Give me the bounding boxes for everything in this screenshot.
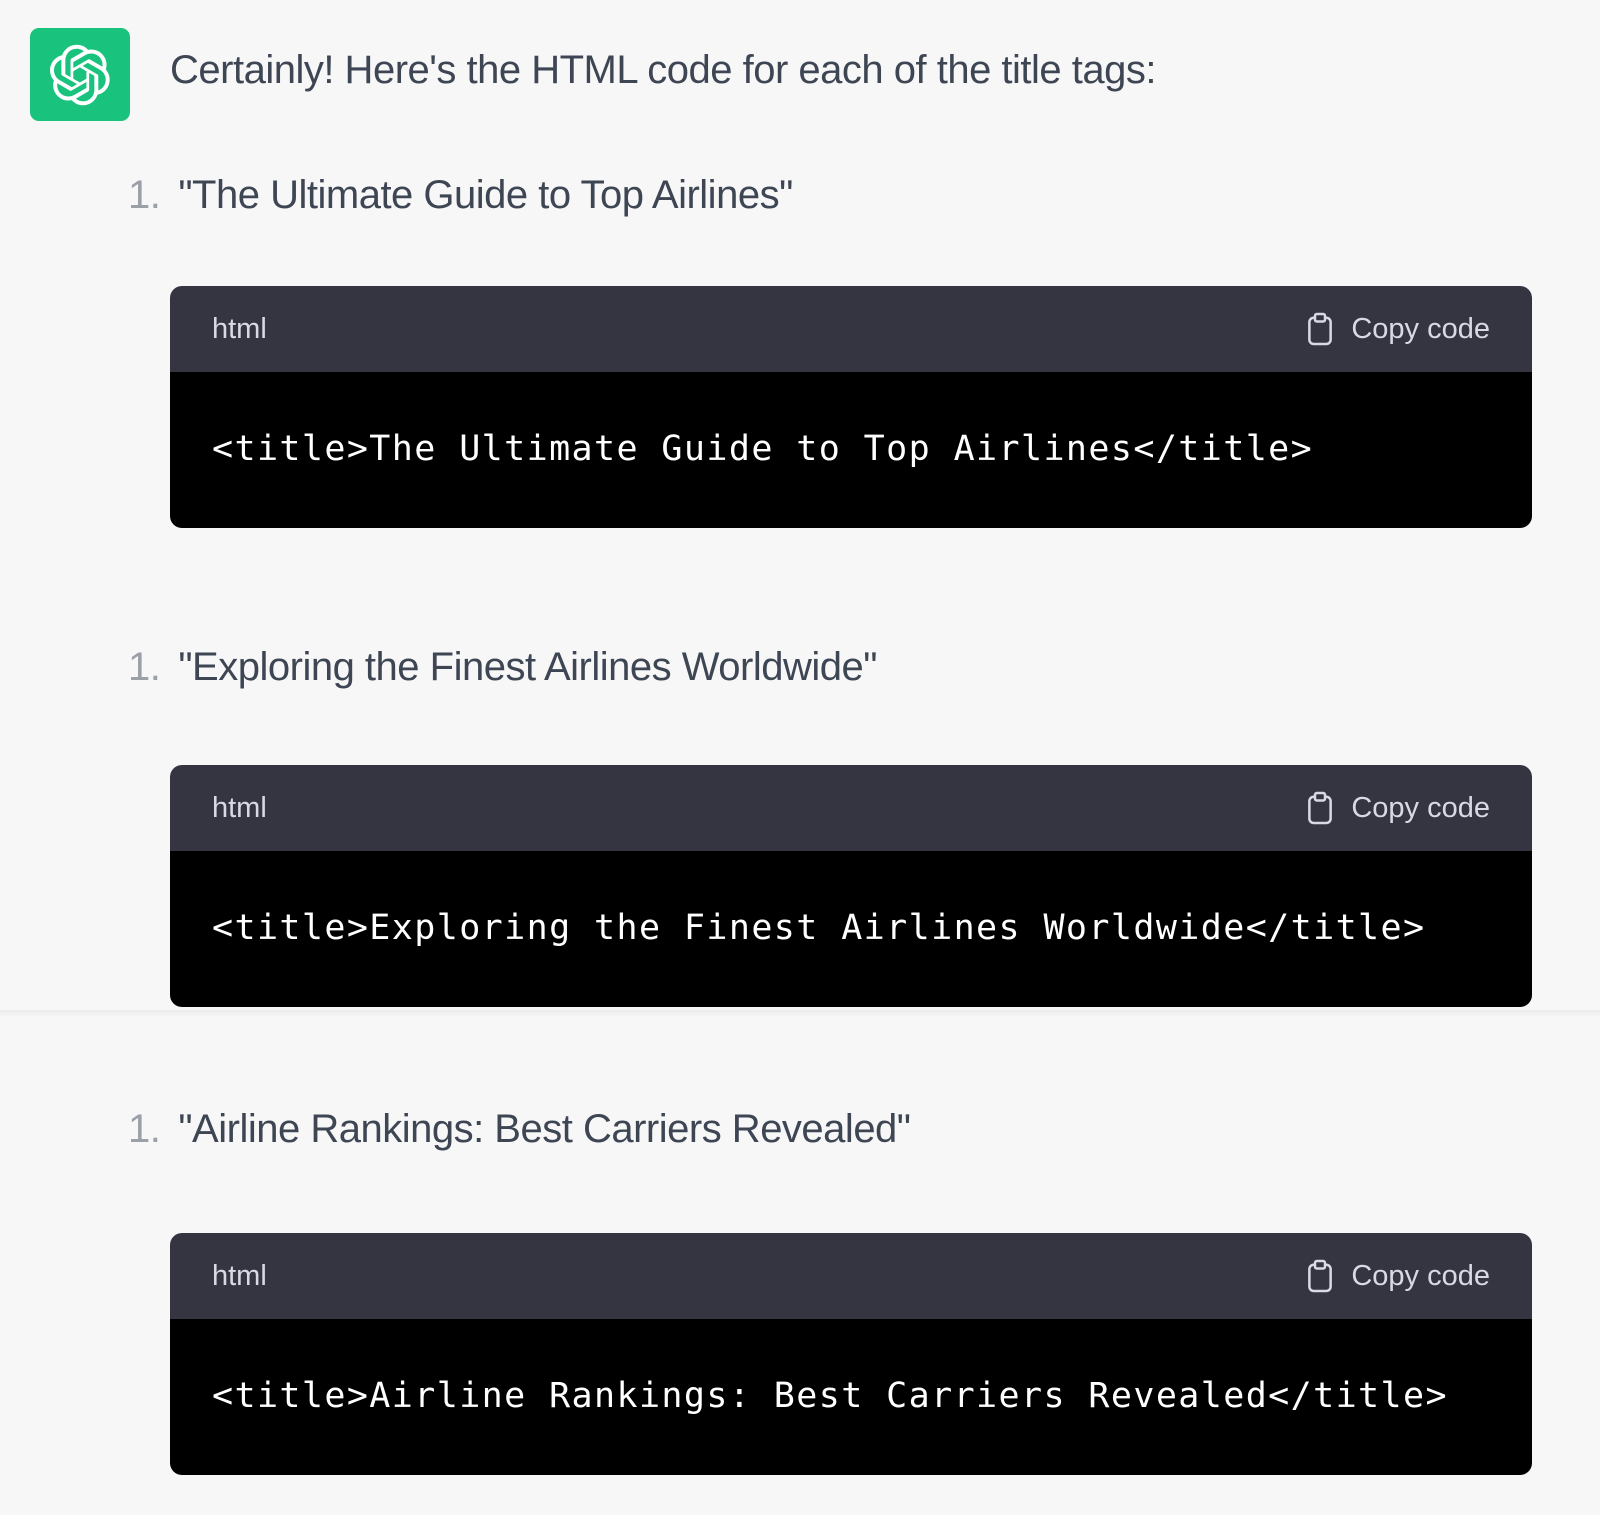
assistant-avatar [30,28,130,121]
code-block-header: html Copy code [170,1233,1532,1319]
copy-code-label: Copy code [1351,1260,1490,1293]
code-language-label: html [212,792,267,825]
list-number: 1. [128,641,160,693]
copy-code-button[interactable]: Copy code [1305,1258,1490,1294]
list-item: 1. "The Ultimate Guide to Top Airlines" [128,169,1600,221]
title-suggestion: "The Ultimate Guide to Top Airlines" [178,169,792,221]
code-block: html Copy code <title>The Ultimate Guide… [170,286,1532,528]
openai-logo-icon [49,44,111,106]
code-content: <title>Airline Rankings: Best Carriers R… [212,1376,1448,1416]
copy-code-button[interactable]: Copy code [1305,790,1490,826]
copy-code-button[interactable]: Copy code [1305,311,1490,347]
code-block: html Copy code <title>Airline Rankings: … [170,1233,1532,1475]
list-item: 1. "Exploring the Finest Airlines Worldw… [128,641,1600,693]
clipboard-icon [1305,311,1335,347]
code-block-header: html Copy code [170,286,1532,372]
code-content: <title>Exploring the Finest Airlines Wor… [212,908,1425,948]
assistant-message: Certainly! Here's the HTML code for each… [0,0,1600,1475]
list-number: 1. [128,169,160,221]
title-suggestion: "Exploring the Finest Airlines Worldwide… [178,641,877,693]
list-number: 1. [128,1103,160,1155]
code-block-body: <title>Airline Rankings: Best Carriers R… [170,1319,1532,1475]
code-block: html Copy code <title>Exploring the Fine… [170,765,1532,1007]
code-block-header: html Copy code [170,765,1532,851]
list-item: 1. "Airline Rankings: Best Carriers Reve… [128,1103,1600,1155]
code-content: <title>The Ultimate Guide to Top Airline… [212,429,1313,469]
section-divider [0,1010,1600,1017]
message-intro-text: Certainly! Here's the HTML code for each… [170,0,1532,96]
code-language-label: html [212,1260,267,1293]
clipboard-icon [1305,1258,1335,1294]
copy-code-label: Copy code [1351,792,1490,825]
title-suggestion: "Airline Rankings: Best Carriers Reveale… [178,1103,910,1155]
code-block-body: <title>Exploring the Finest Airlines Wor… [170,851,1532,1007]
copy-code-label: Copy code [1351,313,1490,346]
clipboard-icon [1305,790,1335,826]
code-block-body: <title>The Ultimate Guide to Top Airline… [170,372,1532,528]
code-language-label: html [212,313,267,346]
